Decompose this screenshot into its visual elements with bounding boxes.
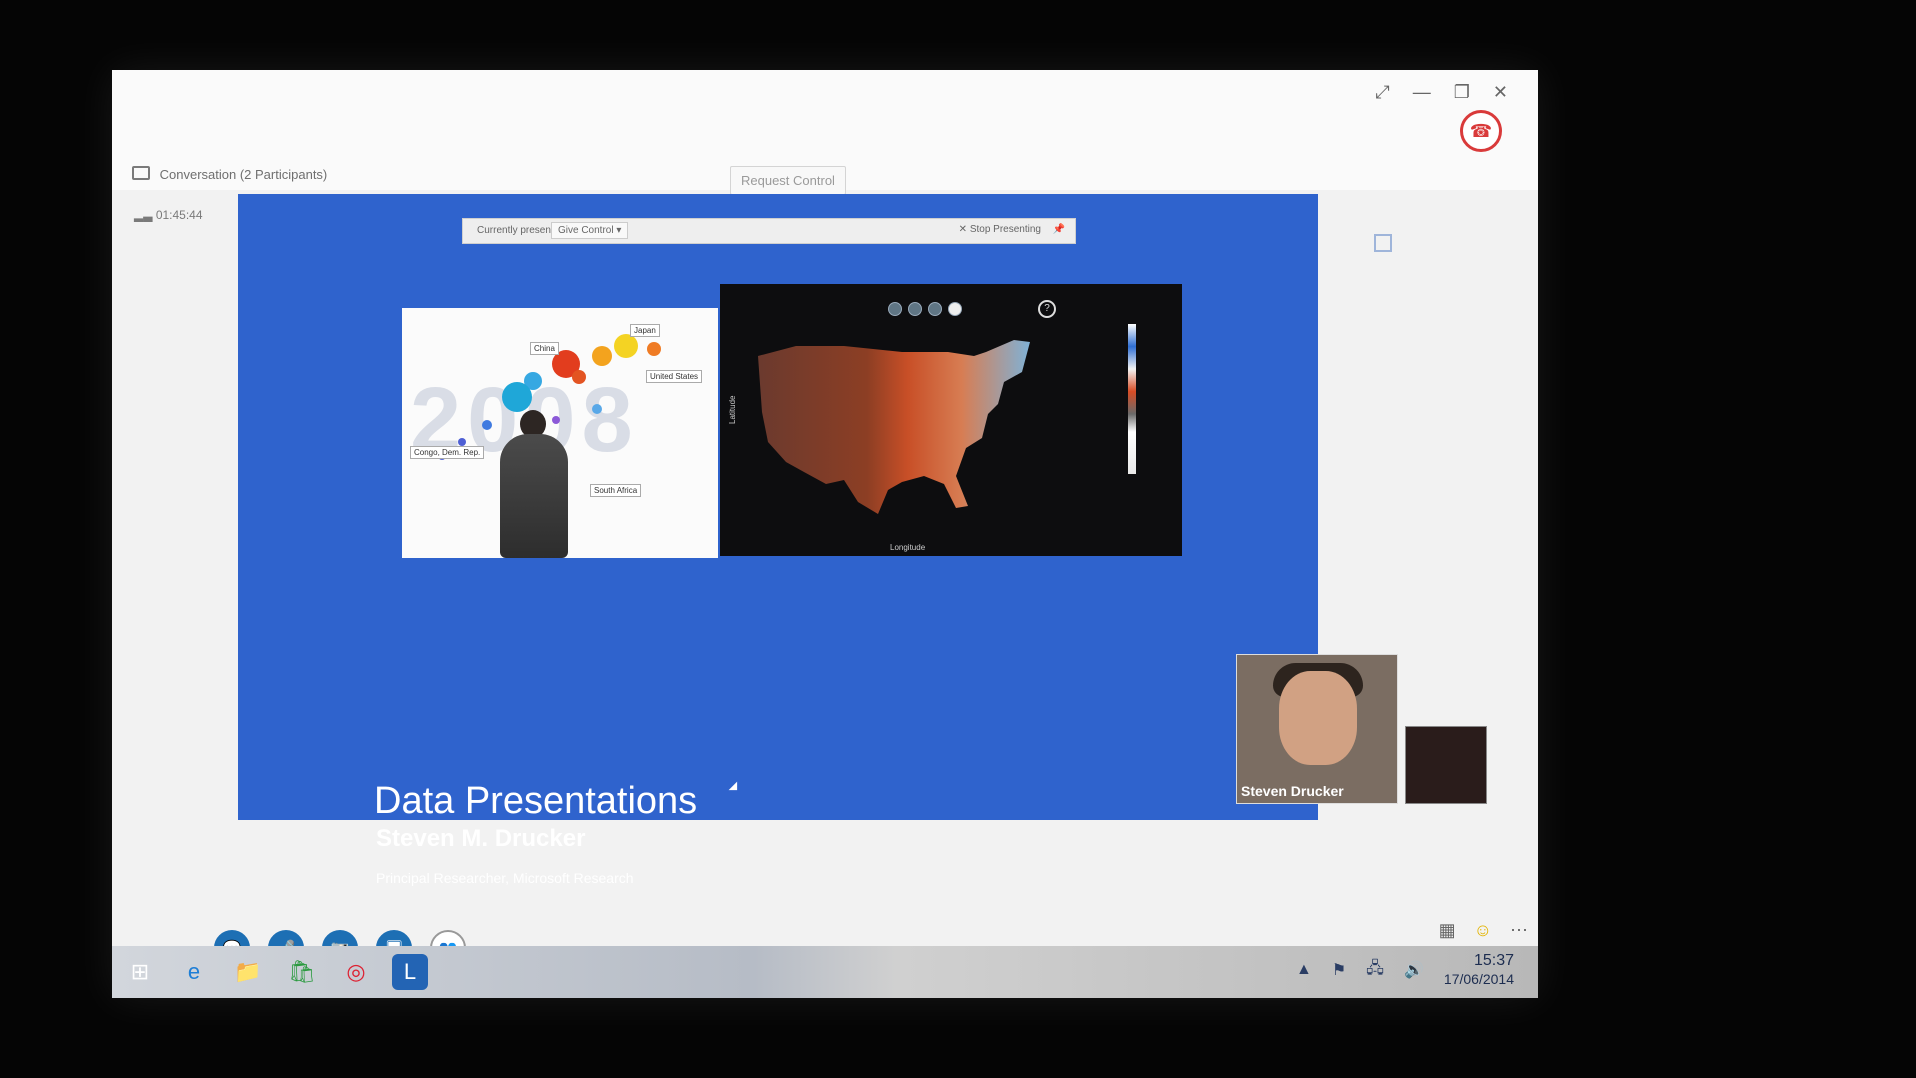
control-dot[interactable] bbox=[908, 302, 922, 316]
bubble-chart-image: 2008 China Japan United States Congo, De… bbox=[402, 308, 718, 558]
map-fill bbox=[758, 340, 1030, 514]
layout-icon[interactable]: ▦ bbox=[1439, 920, 1456, 941]
us-map-visualization: ? Longitude Latitude bbox=[720, 284, 1182, 556]
chrome-icon[interactable]: ◎ bbox=[338, 954, 374, 990]
slide-images: 2008 China Japan United States Congo, De… bbox=[402, 284, 1182, 558]
country-label: China bbox=[530, 342, 559, 355]
participant-video[interactable]: Steven Drucker bbox=[1236, 654, 1398, 804]
country-label: Japan bbox=[630, 324, 660, 337]
conversation-icon bbox=[132, 166, 150, 180]
bubble bbox=[592, 404, 602, 414]
bubble bbox=[552, 416, 560, 424]
window-header: Conversation (2 Participants) ⤢ — ❐ ✕ ☎ … bbox=[112, 70, 1538, 222]
more-options-icon[interactable]: ⋯ bbox=[1510, 920, 1528, 941]
conversation-title-text: Conversation (2 Participants) bbox=[159, 167, 328, 182]
hangup-button[interactable]: ☎ bbox=[1460, 110, 1502, 152]
presenter-role: Principal Researcher, Microsoft Research bbox=[376, 870, 634, 886]
country-label: Congo, Dem. Rep. bbox=[410, 446, 485, 459]
presenting-toolbar: Currently presenting Give Control ▾ ✕ St… bbox=[462, 218, 1076, 244]
bubble bbox=[614, 334, 638, 358]
control-dot[interactable] bbox=[928, 302, 942, 316]
bubble bbox=[592, 346, 612, 366]
taskbar-apps: ⊞ e 📁 🛍 ◎ L bbox=[122, 954, 428, 990]
system-tray: ▲ ⚑ 🖧 🔊 15:37 17/06/2014 bbox=[1296, 952, 1514, 988]
map-x-axis-label: Longitude bbox=[890, 543, 926, 552]
color-scale-legend bbox=[1128, 324, 1136, 474]
participant-name: Steven Drucker bbox=[1241, 783, 1344, 799]
country-label: South Africa bbox=[590, 484, 642, 497]
help-icon[interactable]: ? bbox=[1038, 300, 1056, 318]
give-control-dropdown[interactable]: Give Control ▾ bbox=[551, 222, 629, 239]
show-hidden-icons[interactable]: ▲ bbox=[1296, 961, 1312, 979]
fullscreen-toggle-icon[interactable]: ⤢ bbox=[1375, 82, 1389, 102]
clock[interactable]: 15:37 17/06/2014 bbox=[1444, 952, 1514, 988]
store-icon[interactable]: 🛍 bbox=[284, 954, 320, 990]
action-center-icon[interactable]: ⚑ bbox=[1332, 960, 1346, 980]
control-dot[interactable] bbox=[888, 302, 902, 316]
pin-icon[interactable]: 📌 bbox=[1053, 224, 1065, 235]
projected-screen: Conversation (2 Participants) ⤢ — ❐ ✕ ☎ … bbox=[0, 0, 1916, 1078]
conversation-title: Conversation (2 Participants) bbox=[132, 166, 327, 182]
video-face bbox=[1279, 671, 1357, 765]
bubble bbox=[647, 342, 661, 356]
self-view-video[interactable] bbox=[1405, 726, 1487, 804]
right-tool-icons: ▦ ☺ ⋯ bbox=[1439, 920, 1528, 941]
bubble bbox=[458, 438, 466, 446]
viz-controls bbox=[888, 302, 962, 316]
minimize-icon[interactable]: — bbox=[1413, 82, 1431, 102]
bubble bbox=[502, 382, 532, 412]
control-dot[interactable] bbox=[948, 302, 962, 316]
clock-time: 15:37 bbox=[1473, 952, 1514, 969]
restore-icon[interactable]: ❐ bbox=[1454, 82, 1470, 102]
clock-date: 17/06/2014 bbox=[1443, 971, 1514, 987]
lync-icon[interactable]: L bbox=[392, 954, 428, 990]
presenter-name: Steven M. Drucker bbox=[376, 825, 586, 852]
windows-start-icon[interactable]: ⊞ bbox=[122, 954, 158, 990]
request-control-button[interactable]: Request Control bbox=[730, 166, 846, 195]
bubble bbox=[572, 370, 586, 384]
expand-icon[interactable] bbox=[1374, 234, 1392, 252]
timer-text: 01:45:44 bbox=[155, 208, 203, 222]
volume-icon[interactable]: 🔊 bbox=[1404, 960, 1424, 980]
lync-window: Conversation (2 Participants) ⤢ — ❐ ✕ ☎ … bbox=[112, 70, 1538, 998]
map-y-axis-label: Latitude bbox=[728, 395, 737, 424]
internet-explorer-icon[interactable]: e bbox=[176, 954, 212, 990]
close-icon[interactable]: ✕ bbox=[1493, 82, 1508, 102]
signal-icon: ▂▃ bbox=[134, 208, 153, 222]
slide-title: Data Presentations bbox=[374, 780, 698, 822]
usa-map-shape bbox=[758, 340, 1030, 514]
presenter-body bbox=[500, 434, 568, 558]
country-label: United States bbox=[646, 370, 703, 383]
call-timer: ▂▃ 01:45:44 bbox=[134, 208, 203, 222]
file-explorer-icon[interactable]: 📁 bbox=[230, 954, 266, 990]
bubble bbox=[482, 420, 492, 430]
windows-taskbar: ⊞ e 📁 🛍 ◎ L ▲ ⚑ 🖧 🔊 15:37 17/06/2014 bbox=[112, 946, 1538, 998]
window-controls: ⤢ — ❐ ✕ bbox=[1357, 82, 1508, 103]
stop-presenting-button[interactable]: ✕ Stop Presenting bbox=[959, 224, 1041, 235]
network-icon[interactable]: 🖧 bbox=[1366, 957, 1384, 984]
emoticon-icon[interactable]: ☺ bbox=[1474, 920, 1492, 941]
phone-hangup-icon: ☎ bbox=[1469, 120, 1493, 141]
